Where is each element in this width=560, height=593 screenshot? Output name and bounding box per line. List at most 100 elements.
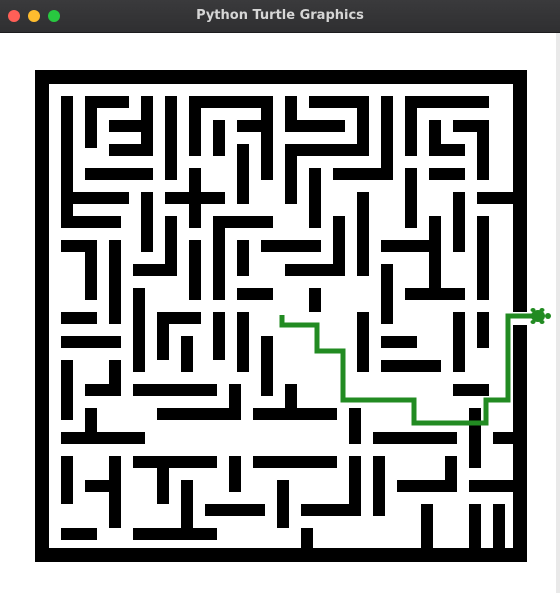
- maze-wall: [429, 168, 465, 180]
- maze-wall: [237, 288, 273, 300]
- maze-wall: [405, 96, 489, 108]
- maze-wall: [429, 144, 465, 156]
- maze-wall: [157, 456, 169, 504]
- maze-wall: [357, 192, 369, 276]
- maze-wall: [213, 312, 225, 360]
- maze-wall: [61, 528, 97, 540]
- maze-wall: [453, 192, 465, 252]
- maze-wall: [85, 168, 153, 180]
- maze-wall: [189, 240, 201, 300]
- maze-wall: [237, 144, 249, 204]
- maze-wall: [477, 192, 513, 204]
- maze-wall: [309, 288, 321, 312]
- maze-wall: [261, 96, 273, 180]
- maze-wall: [133, 288, 145, 372]
- maze-wall: [381, 264, 393, 324]
- maze-wall: [373, 432, 457, 444]
- maze-wall: [133, 528, 217, 540]
- maze-wall: [109, 240, 121, 324]
- maze-wall: [85, 408, 97, 444]
- maze-wall: [445, 456, 457, 492]
- maze-wall: [109, 144, 153, 156]
- maze-wall: [261, 240, 321, 252]
- maze-wall: [357, 312, 369, 372]
- turtle-icon: [527, 308, 551, 324]
- window-title: Python Turtle Graphics: [196, 8, 364, 23]
- maze-wall: [285, 264, 345, 276]
- maze-wall: [333, 168, 393, 180]
- maze-wall: [261, 336, 273, 396]
- maze-wall: [285, 384, 297, 420]
- maze-wall: [141, 192, 153, 252]
- maze-wall: [253, 456, 337, 468]
- maze-wall: [493, 432, 513, 444]
- maze-wall: [61, 360, 73, 420]
- maze-wall: [35, 70, 527, 84]
- maze-wall: [493, 504, 505, 548]
- maze-wall: [61, 336, 121, 348]
- maze-wall: [35, 70, 49, 562]
- turtle-window: Python Turtle Graphics: [0, 0, 560, 593]
- maze-wall: [405, 96, 417, 156]
- maze-wall: [229, 384, 241, 420]
- maze-wall: [513, 70, 527, 312]
- maze-wall: [61, 432, 145, 444]
- maze-wall: [469, 408, 481, 468]
- maze-wall: [349, 408, 361, 444]
- maze-wall: [453, 384, 489, 396]
- maze-wall: [373, 456, 385, 516]
- maze-wall: [133, 456, 217, 468]
- maze-wall: [285, 144, 297, 204]
- maze-wall: [477, 216, 489, 300]
- maze-wall: [381, 96, 393, 180]
- maze-wall: [157, 408, 241, 420]
- maze-wall: [109, 360, 121, 396]
- maze-wall: [85, 240, 97, 300]
- maze-wall: [477, 120, 489, 180]
- maze-wall: [61, 192, 129, 204]
- maze-wall: [165, 216, 177, 276]
- maze-wall: [189, 168, 201, 228]
- maze-wall: [381, 360, 441, 372]
- maze-wall: [237, 240, 249, 276]
- maze-wall: [469, 480, 513, 492]
- maze-wall: [205, 504, 265, 516]
- maze-wall: [381, 336, 417, 348]
- maze-wall: [181, 336, 193, 372]
- maze-wall: [453, 312, 465, 372]
- maze-wall: [61, 312, 97, 324]
- maze-wall: [189, 96, 201, 156]
- maze-wall: [513, 325, 527, 562]
- maze-wall: [277, 480, 289, 528]
- maze-wall: [61, 456, 73, 504]
- maze-wall: [301, 528, 313, 548]
- maze-wall: [285, 120, 345, 132]
- maze-wall: [469, 504, 481, 548]
- maze-wall: [109, 456, 121, 528]
- maze-wall: [285, 144, 369, 156]
- maze-wall: [181, 480, 193, 528]
- maze-wall: [85, 96, 97, 148]
- maze-wall: [61, 240, 85, 252]
- title-bar[interactable]: Python Turtle Graphics: [0, 0, 560, 33]
- maze-drawing: [35, 70, 551, 562]
- maze-wall: [213, 216, 225, 300]
- maze-wall: [405, 288, 465, 300]
- maze-wall: [229, 456, 241, 492]
- maze-wall: [157, 312, 169, 360]
- maze-wall: [309, 168, 321, 228]
- maze-wall: [429, 216, 441, 300]
- maze-wall: [301, 504, 361, 516]
- turtle-canvas[interactable]: [0, 33, 560, 593]
- maze-wall: [35, 548, 527, 562]
- maze-wall: [133, 384, 217, 396]
- maze-wall: [189, 96, 273, 108]
- maze-wall: [213, 120, 225, 156]
- maze-wall: [405, 168, 417, 228]
- maze-wall: [421, 504, 433, 548]
- maze-wall: [61, 216, 121, 228]
- maze-wall: [237, 312, 249, 372]
- maze-wall: [349, 456, 361, 504]
- maze-wall: [165, 96, 177, 180]
- maze-wall: [477, 312, 489, 348]
